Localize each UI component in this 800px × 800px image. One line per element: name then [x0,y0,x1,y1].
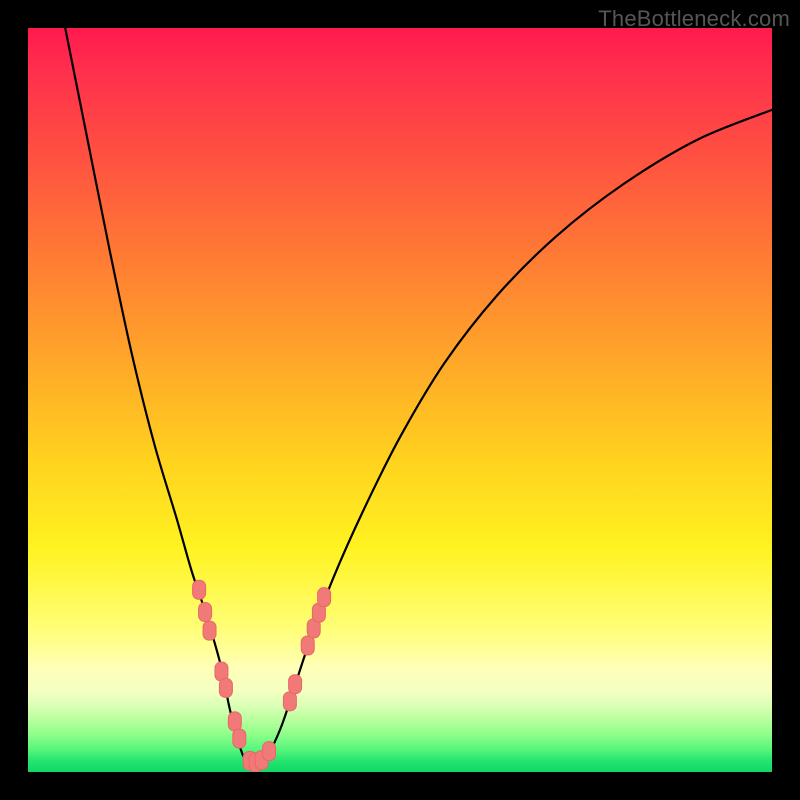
highlight-marker [228,712,241,731]
highlight-marker [203,621,216,640]
highlight-marker [283,692,296,711]
plot-area [28,28,772,772]
chart-svg [28,28,772,772]
highlight-marker [199,603,212,622]
bottleneck-curve-path [65,28,772,765]
highlight-marker [301,636,314,655]
highlight-marker [263,742,276,761]
highlight-marker [233,729,246,748]
highlight-marker [219,678,232,697]
chart-frame: TheBottleneck.com [0,0,800,800]
highlight-marker [289,675,302,694]
highlight-marker [318,588,331,607]
highlight-marker [193,580,206,599]
highlight-markers [193,580,331,772]
